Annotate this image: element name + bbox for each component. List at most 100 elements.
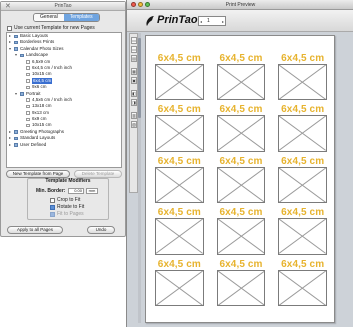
- rotate-to-fit-label: Rotate to Fit: [57, 204, 85, 210]
- photo-slot[interactable]: 6x4,5 cm: [275, 156, 330, 206]
- folder-icon: [14, 143, 18, 147]
- template-tree: ▸ Basic Layouts ▸ Borderless Prints ▾ Calenda…: [6, 32, 122, 168]
- tool-button-5[interactable]: ▣: [131, 77, 137, 84]
- tool-button-8[interactable]: ▥: [131, 112, 137, 119]
- photo-slot-size-label: 6x4,5 cm: [157, 53, 201, 64]
- template-icon: [26, 98, 30, 102]
- folder-icon: [14, 136, 18, 141]
- preview-toolbar: PrinTao ◂ 1 ▸: [127, 10, 353, 32]
- new-template-button[interactable]: New Template from Page: [6, 170, 70, 178]
- panel-tabs: General Templates: [33, 13, 100, 22]
- folder-icon: [20, 92, 24, 96]
- crop-to-fit-label: Crop to Fit: [57, 197, 81, 203]
- disclosure-triangle-icon[interactable]: ▸: [9, 142, 11, 148]
- apply-to-all-pages-button[interactable]: Apply to all Pages: [7, 226, 63, 234]
- use-current-template-checkbox[interactable]: [7, 25, 12, 31]
- template-icon: [26, 66, 30, 70]
- photo-slot-size-label: 6x4,5 cm: [157, 258, 201, 270]
- preview-scroll-thumb[interactable]: [138, 38, 141, 118]
- crop-to-fit-checkbox[interactable]: [50, 198, 55, 203]
- photo-slot[interactable]: 6x4,5 cm: [214, 53, 269, 103]
- undo-button[interactable]: Undo: [87, 226, 115, 234]
- photo-slot[interactable]: 6x4,5 cm: [152, 207, 207, 257]
- templates-panel: ✕ PrinTao General Templates Use current …: [0, 1, 126, 237]
- photo-slot[interactable]: 6x4,5 cm: [152, 104, 207, 154]
- photo-slot-size-label: 6x4,5 cm: [219, 155, 263, 167]
- min-border-label: Min. Border:: [36, 188, 66, 194]
- template-icon: [26, 79, 30, 83]
- template-icon: [26, 60, 30, 64]
- template-icon: [26, 117, 30, 122]
- fit-to-pages-checkbox[interactable]: [50, 212, 55, 217]
- preview-page: 6x4,5 cm 6x4,5 cm 6x4,5 cm 6x4,5 cm 6x4,5 cm…: [145, 35, 335, 323]
- photo-slot-size-label: 6x4,5 cm: [219, 258, 263, 270]
- printao-logo-icon: [146, 16, 154, 26]
- photo-slot[interactable]: 6x4,5 cm: [214, 156, 269, 206]
- image-placeholder-icon: [216, 115, 266, 152]
- template-icon: [26, 123, 30, 128]
- photo-slot[interactable]: 6x4,5 cm: [152, 156, 207, 206]
- page-down-icon[interactable]: ▸: [222, 18, 224, 26]
- vertical-toolbar: ▭ ▭ ▤ ▦ ▣ ◧ ◨ ▥ ▧: [129, 33, 138, 193]
- tree-item[interactable]: ▸ User Defined: [7, 142, 121, 148]
- image-placeholder-icon: [216, 64, 266, 101]
- folder-icon: [14, 130, 18, 134]
- photo-slot-size-label: 6x4,5 cm: [281, 207, 325, 219]
- page-up-icon[interactable]: ◂: [200, 18, 202, 26]
- tab-general[interactable]: General: [34, 14, 64, 21]
- photo-slot-size-label: 6x4,5 cm: [219, 207, 263, 219]
- template-modifiers-title: Template Modifiers: [45, 178, 91, 184]
- template-icon: [26, 104, 30, 109]
- image-placeholder-icon: [278, 115, 327, 152]
- photo-slot[interactable]: 6x4,5 cm: [275, 207, 330, 257]
- logo-text: PrinTao: [157, 14, 198, 26]
- tool-button-2[interactable]: ▭: [131, 46, 137, 53]
- image-placeholder-icon: [216, 218, 266, 255]
- template-icon: [26, 72, 30, 77]
- photo-slot[interactable]: 6x4,5 cm: [214, 104, 269, 154]
- photo-slot-size-label: 6x4,5 cm: [281, 104, 325, 116]
- tool-button-3[interactable]: ▤: [131, 55, 137, 62]
- tool-button-9[interactable]: ▧: [131, 121, 137, 128]
- photo-slot-size-label: 6x4,5 cm: [157, 155, 201, 167]
- tool-button-1[interactable]: ▭: [131, 37, 137, 44]
- photo-slot-size-label: 6x4,5 cm: [157, 104, 201, 116]
- photo-slot-size-label: 6x4,5 cm: [219, 53, 263, 64]
- folder-icon: [20, 53, 24, 58]
- photo-slot[interactable]: 6x4,5 cm: [275, 259, 330, 309]
- panel-title: PrinTao: [54, 3, 72, 9]
- photo-slot-size-label: 6x4,5 cm: [281, 155, 325, 167]
- tab-templates[interactable]: Templates: [63, 14, 99, 21]
- photo-slot-size-label: 6x4,5 cm: [219, 104, 263, 116]
- image-placeholder-icon: [155, 64, 204, 101]
- page-number-stepper[interactable]: ◂ 1 ▸: [198, 16, 226, 26]
- preview-titlebar: Print Preview: [127, 0, 353, 10]
- image-placeholder-icon: [155, 269, 204, 306]
- preview-window-title: Print Preview: [225, 2, 256, 8]
- image-placeholder-icon: [278, 64, 327, 101]
- min-border-unit-select[interactable]: mm: [86, 188, 98, 194]
- photo-slot-size-label: 6x4,5 cm: [157, 207, 201, 219]
- use-current-template-label: Use current Template for new Pages: [14, 25, 95, 31]
- min-border-field[interactable]: 0.00: [68, 188, 84, 194]
- fit-to-pages-label: Fit to Pages: [57, 211, 84, 217]
- rotate-to-fit-checkbox[interactable]: [50, 205, 55, 210]
- image-placeholder-icon: [278, 166, 327, 204]
- photo-slot[interactable]: 6x4,5 cm: [152, 53, 207, 103]
- image-placeholder-icon: [278, 269, 327, 306]
- image-placeholder-icon: [155, 218, 204, 255]
- delete-template-button[interactable]: Delete Template: [74, 170, 122, 178]
- tool-button-7[interactable]: ◨: [131, 99, 137, 106]
- photo-slot-size-label: 6x4,5 cm: [281, 53, 325, 64]
- tool-button-4[interactable]: ▦: [131, 68, 137, 75]
- template-icon: [26, 85, 30, 90]
- tool-button-6[interactable]: ◧: [131, 90, 137, 97]
- panel-titlebar: ✕ PrinTao: [1, 2, 125, 11]
- photo-slot[interactable]: 6x4,5 cm: [152, 259, 207, 309]
- photo-slot[interactable]: 6x4,5 cm: [214, 207, 269, 257]
- image-placeholder-icon: [216, 166, 266, 204]
- photo-grid: 6x4,5 cm 6x4,5 cm 6x4,5 cm 6x4,5 cm 6x4,5 cm…: [152, 53, 330, 309]
- photo-slot[interactable]: 6x4,5 cm: [275, 53, 330, 103]
- photo-slot[interactable]: 6x4,5 cm: [214, 259, 269, 309]
- photo-slot[interactable]: 6x4,5 cm: [275, 104, 330, 154]
